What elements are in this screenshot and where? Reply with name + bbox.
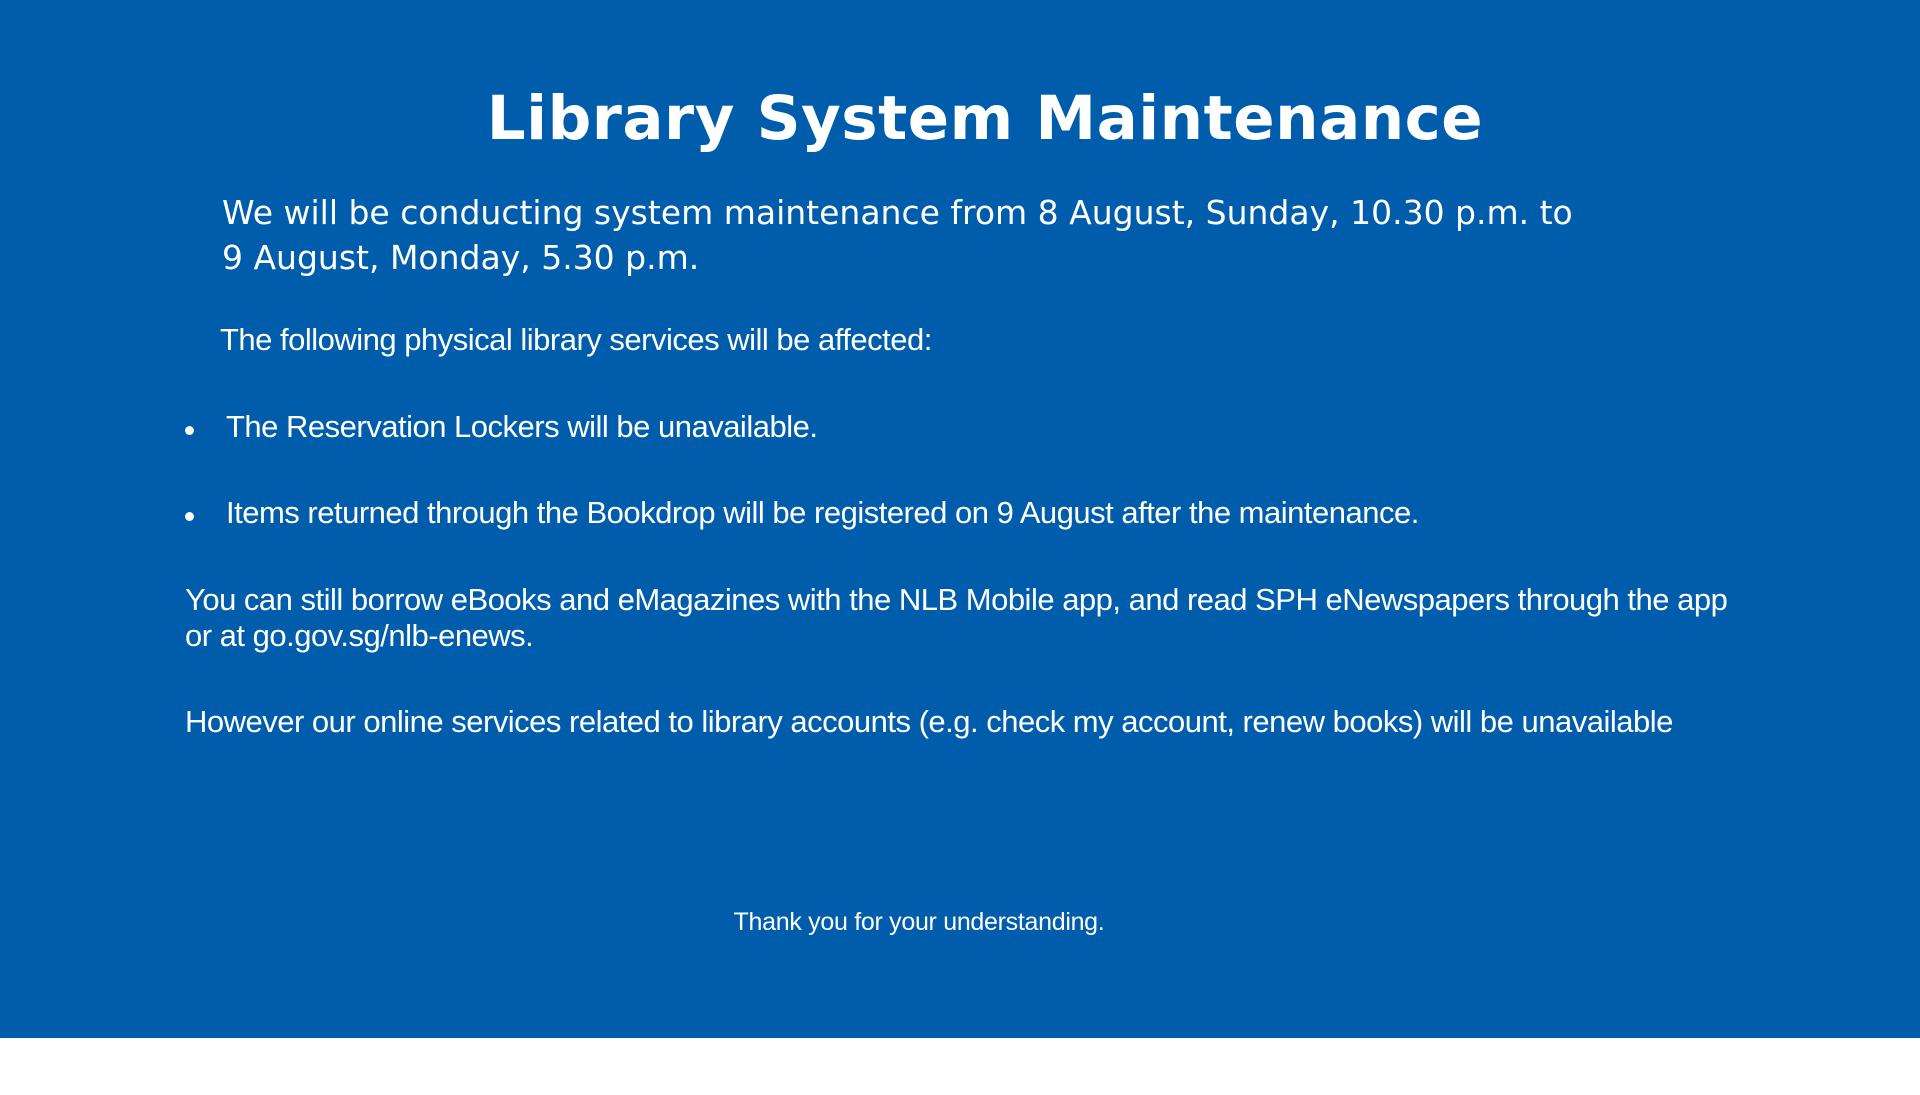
list-item-text: Items returned through the Bookdrop will… — [226, 495, 1419, 530]
affected-services-heading: The following physical library services … — [220, 322, 932, 357]
list-item-text: The Reservation Lockers will be unavaila… — [226, 409, 818, 444]
schedule-line-1: We will be conducting system maintenance… — [222, 193, 1573, 232]
list-item: The Reservation Lockers will be unavaila… — [183, 407, 1783, 447]
schedule-line-2: 9 August, Monday, 5.30 p.m. — [222, 238, 700, 277]
list-item: Items returned through the Bookdrop will… — [183, 493, 1783, 533]
digital-services-note: You can still borrow eBooks and eMagazin… — [185, 582, 1728, 653]
bullet-icon — [185, 512, 194, 521]
maintenance-banner: Library System Maintenance We will be co… — [0, 0, 1920, 1038]
affected-services-list: The Reservation Lockers will be unavaila… — [183, 407, 1783, 579]
online-services-note: However our online services related to l… — [185, 704, 1673, 739]
page-title: Library System Maintenance — [486, 83, 1484, 154]
thank-you-message: Thank you for your understanding. — [733, 908, 1105, 936]
bullet-icon — [185, 426, 194, 435]
maintenance-schedule: We will be conducting system maintenance… — [222, 190, 1722, 280]
